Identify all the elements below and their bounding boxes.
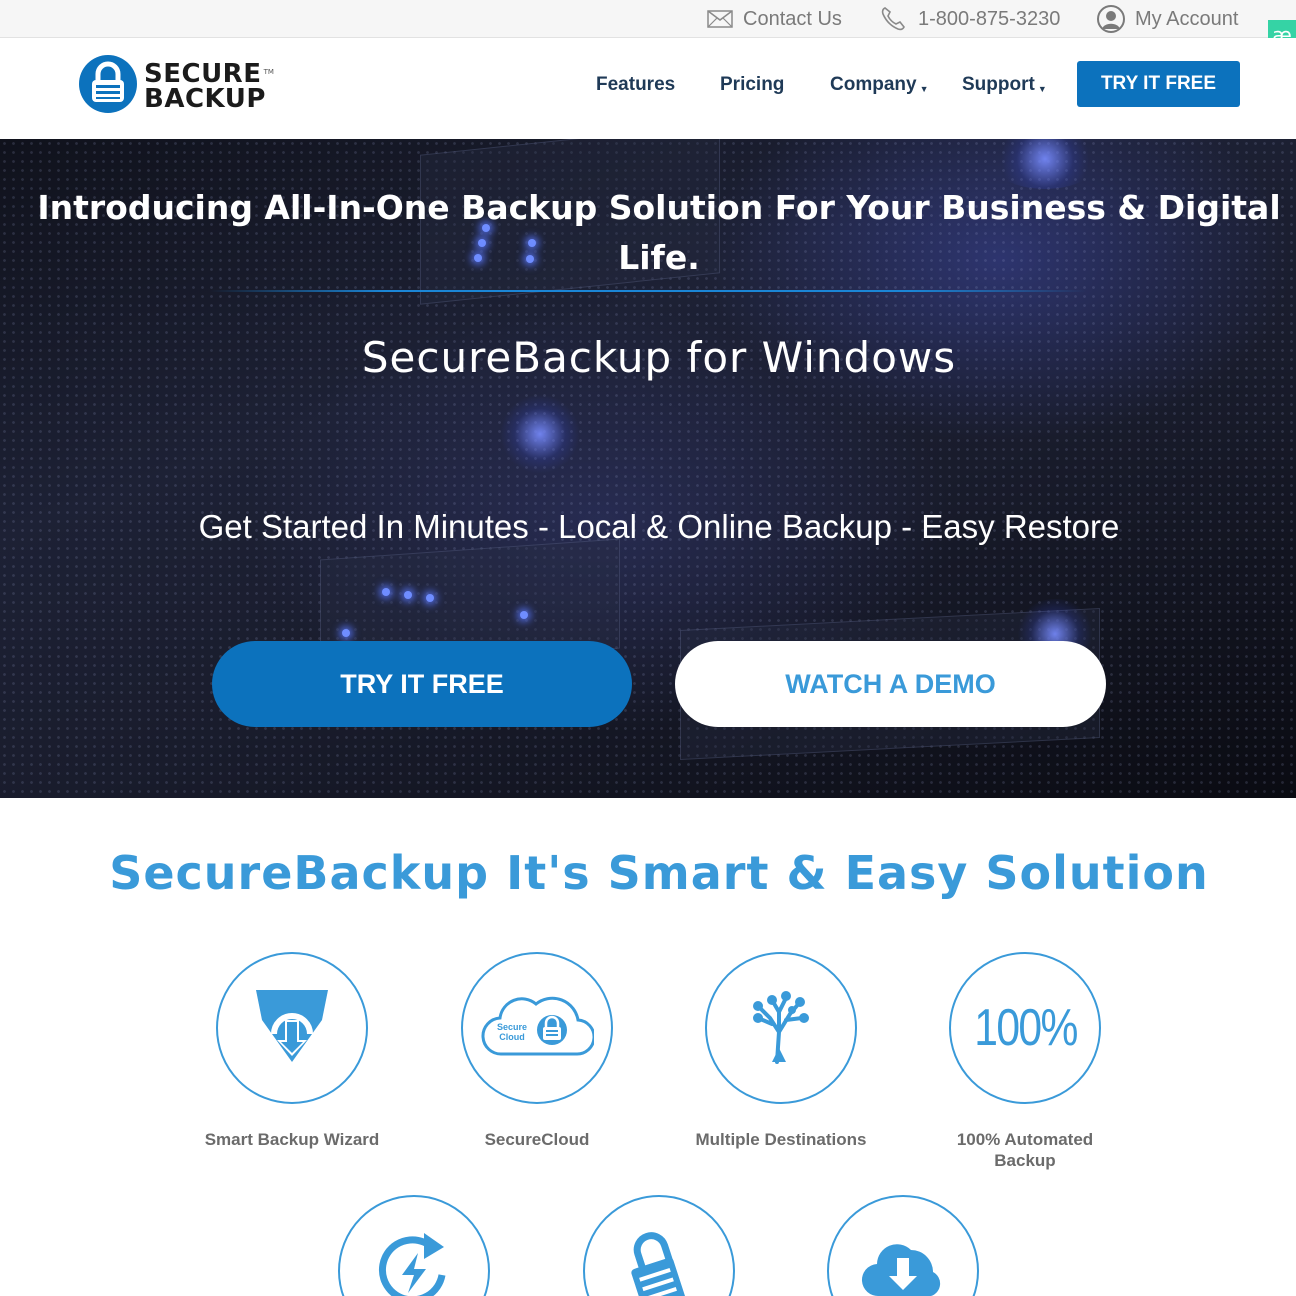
logo-line-1: SECURE	[144, 58, 262, 89]
my-account-label: My Account	[1135, 7, 1239, 30]
features-heading: SecureBackup It's Smart & Easy Solution	[109, 846, 1209, 900]
cloud-icon-text-2: Cloud	[499, 1032, 525, 1042]
server-glow	[500, 394, 580, 474]
top-utility-bar: Contact Us 1-800-875-3230 My Account	[0, 0, 1296, 38]
feature-item[interactable]	[559, 1195, 759, 1296]
feature-multiple-destinations[interactable]: Multiple Destinations	[681, 952, 881, 1150]
feature-icon-circle	[827, 1195, 979, 1296]
hero-try-free-button[interactable]: TRY IT FREE	[212, 641, 632, 727]
nav-support[interactable]: Support ▼	[962, 38, 1047, 131]
feature-securecloud[interactable]: Secure Cloud SecureCloud	[437, 952, 637, 1150]
feature-icon-circle	[583, 1195, 735, 1296]
contact-us-label: Contact Us	[743, 7, 842, 30]
secure-backup-logo[interactable]: SECURE BACKUP TM	[78, 54, 274, 119]
feature-item[interactable]	[803, 1195, 1003, 1296]
feature-label: SecureCloud	[484, 1130, 590, 1149]
tree-network-icon	[746, 988, 816, 1069]
caret-down-icon: ▼	[1037, 83, 1047, 94]
phone-number: 1-800-875-3230	[918, 7, 1061, 30]
hero-headline: Introducing All-In-One Backup Solution F…	[37, 188, 1281, 277]
cloud-download-icon	[861, 1234, 945, 1296]
feature-icon-circle	[705, 952, 857, 1104]
nav-support-label: Support	[962, 73, 1035, 95]
caret-down-icon: ▼	[919, 83, 929, 94]
server-led	[342, 629, 350, 637]
feature-automated-backup[interactable]: 100% 100% Automated Backup	[925, 952, 1125, 1171]
feature-label: Smart Backup Wizard	[204, 1130, 380, 1149]
feature-label: 100% Automated Backup	[956, 1130, 1094, 1170]
server-led	[520, 611, 528, 619]
hundred-percent-icon: 100%	[973, 999, 1078, 1057]
shield-download-icon	[252, 986, 332, 1071]
trademark-mark: TM	[263, 67, 274, 76]
padlock-logo-icon	[78, 54, 138, 119]
logo-line-2: BACKUP	[144, 83, 266, 114]
header-try-free-button[interactable]: TRY IT FREE	[1077, 61, 1240, 107]
watch-demo-button[interactable]: WATCH A DEMO	[675, 641, 1106, 727]
hero-banner: Introducing All-In-One Backup Solution F…	[0, 139, 1296, 798]
nav-company[interactable]: Company ▼	[830, 38, 929, 131]
hero-divider	[210, 290, 1086, 292]
secure-cloud-icon: Secure Cloud	[480, 990, 596, 1067]
feature-item[interactable]	[314, 1195, 514, 1296]
server-led	[404, 591, 412, 599]
nav-pricing[interactable]: Pricing	[720, 38, 784, 131]
nav-features-label: Features	[596, 73, 676, 95]
feature-icon-circle: 100%	[949, 952, 1101, 1104]
phone-icon	[880, 6, 908, 32]
my-account-link[interactable]: My Account	[1097, 0, 1238, 38]
cloud-icon-text-1: Secure	[497, 1022, 527, 1032]
user-avatar-icon	[1097, 5, 1125, 33]
feature-icon-circle	[216, 952, 368, 1104]
envelope-icon	[707, 10, 733, 28]
feature-icon-circle	[338, 1195, 490, 1296]
server-led	[426, 594, 434, 602]
nav-pricing-label: Pricing	[720, 73, 785, 95]
site-header: SECURE BACKUP TM Features Pricing Compan…	[0, 38, 1296, 139]
phone-link[interactable]: 1-800-875-3230	[880, 0, 1060, 38]
hero-tagline: Get Started In Minutes - Local & Online …	[198, 508, 1120, 545]
server-led	[382, 588, 390, 596]
feature-icon-circle: Secure Cloud	[461, 952, 613, 1104]
contact-us-link[interactable]: Contact Us	[707, 0, 842, 38]
nav-company-label: Company	[830, 73, 917, 95]
logo-wordmark: SECURE BACKUP TM	[144, 58, 274, 114]
refresh-bolt-icon	[372, 1227, 456, 1296]
hero-product-name: SecureBackup for Windows	[361, 333, 957, 382]
padlock-icon	[624, 1224, 694, 1296]
feature-label: Multiple Destinations	[695, 1130, 867, 1149]
feature-smart-backup-wizard[interactable]: Smart Backup Wizard	[192, 952, 392, 1150]
nav-features[interactable]: Features	[596, 38, 675, 131]
